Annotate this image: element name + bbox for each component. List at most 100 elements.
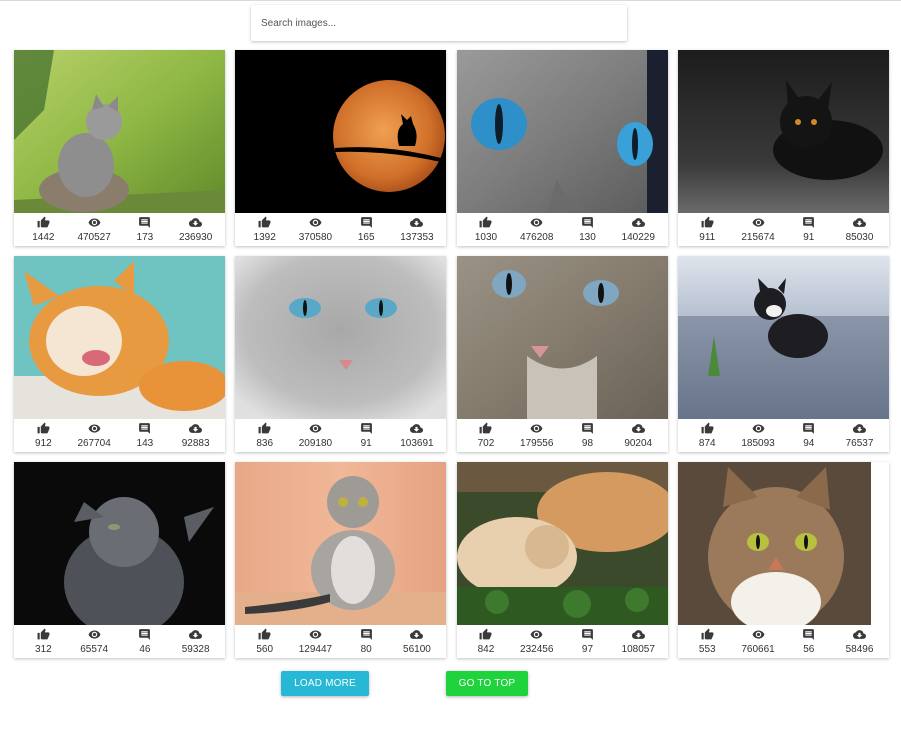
views-stat: 129447 [290, 628, 341, 658]
grey-cat-looking-up-photo[interactable] [14, 462, 225, 625]
image-card[interactable]: 1442 470527 173 236930 [14, 50, 225, 246]
image-stats: 312 65574 46 59328 [14, 625, 225, 658]
likes-count: 912 [35, 438, 52, 449]
views-stat: 267704 [69, 422, 120, 452]
eye-icon [309, 630, 322, 639]
comments-count: 56 [803, 644, 815, 655]
image-stats: 553 760661 56 58496 [678, 625, 889, 658]
cloud-download-icon [631, 424, 645, 433]
views-count: 470527 [77, 232, 111, 243]
comment-icon [139, 629, 151, 640]
downloads-stat: 85030 [834, 216, 885, 246]
black-cat-photo[interactable] [677, 50, 889, 213]
comments-stat: 91 [783, 216, 834, 246]
downloads-count: 92883 [181, 438, 210, 449]
eye-icon [752, 630, 764, 639]
grey-fluffy-cat-photo[interactable] [235, 256, 447, 419]
thumb-up-icon [480, 422, 492, 434]
image-card[interactable]: 1030 476208 130 140229 [456, 50, 668, 246]
likes-count: 911 [699, 232, 716, 243]
tabby-cat-face-photo[interactable] [456, 256, 668, 419]
likes-stat: 560 [239, 628, 290, 658]
image-card[interactable]: 702 179556 98 90204 [456, 256, 668, 452]
likes-count: 312 [35, 644, 52, 655]
image-card[interactable]: 911 215674 91 85030 [677, 50, 889, 246]
eye-icon [530, 630, 543, 639]
orange-cat-licking-photo[interactable] [14, 256, 225, 419]
kitten-on-stump-photo[interactable] [14, 50, 225, 213]
image-card[interactable]: 1392 370580 165 137353 [235, 50, 447, 246]
downloads-count: 59328 [181, 644, 210, 655]
likes-stat: 911 [682, 216, 733, 246]
thumb-up-icon [37, 628, 50, 640]
comments-stat: 173 [120, 216, 171, 246]
likes-stat: 1392 [239, 216, 290, 246]
eye-icon [530, 218, 543, 227]
downloads-count: 56100 [403, 644, 431, 655]
kitten-on-cobblestones-photo[interactable] [677, 256, 889, 419]
comments-stat: 130 [562, 216, 613, 246]
cat-silhouette-moon-photo[interactable] [235, 50, 447, 213]
downloads-stat: 140229 [613, 216, 664, 246]
image-card[interactable]: 912 267704 143 92883 [14, 256, 225, 452]
comments-stat: 165 [341, 216, 392, 246]
eye-icon [88, 630, 101, 639]
image-card[interactable]: 836 209180 91 103691 [235, 256, 447, 452]
downloads-stat: 103691 [392, 422, 443, 452]
comment-icon [803, 423, 815, 434]
downloads-stat: 76537 [834, 422, 885, 452]
image-stats: 911 215674 91 85030 [678, 213, 889, 246]
comments-count: 80 [360, 644, 372, 655]
comments-count: 98 [581, 438, 594, 449]
cat-and-dog-cuddling-photo[interactable] [456, 462, 668, 625]
downloads-count: 140229 [621, 232, 655, 243]
image-stats: 874 185093 94 76537 [678, 419, 889, 452]
cloud-download-icon [410, 218, 424, 227]
likes-stat: 312 [18, 628, 69, 658]
eye-icon [530, 424, 543, 433]
comment-icon [803, 217, 815, 228]
image-stats: 1392 370580 165 137353 [235, 213, 446, 246]
comments-stat: 80 [341, 628, 392, 658]
cloud-download-icon [410, 630, 424, 639]
downloads-count: 108057 [621, 644, 655, 655]
image-card[interactable]: 560 129447 80 56100 [235, 462, 447, 658]
comments-count: 130 [579, 232, 596, 243]
thumb-up-icon [37, 422, 50, 434]
search-box[interactable] [251, 5, 627, 41]
thumb-up-icon [37, 216, 50, 228]
image-stats: 912 267704 143 92883 [14, 419, 225, 452]
likes-count: 1442 [32, 232, 55, 243]
likes-count: 874 [698, 438, 716, 449]
likes-stat: 836 [239, 422, 290, 452]
tabby-cat-portrait-photo[interactable] [677, 462, 889, 625]
scottish-fold-sitting-photo[interactable] [235, 462, 447, 625]
image-card[interactable]: 842 232456 97 108057 [456, 462, 668, 658]
views-stat: 370580 [290, 216, 341, 246]
blue-eyed-cat-closeup-photo[interactable] [456, 50, 668, 213]
downloads-count: 85030 [845, 232, 874, 243]
image-card[interactable]: 553 760661 56 58496 [677, 462, 889, 658]
comments-stat: 46 [120, 628, 171, 658]
image-card[interactable]: 312 65574 46 59328 [14, 462, 225, 658]
load-more-button[interactable]: LOAD MORE [281, 671, 369, 696]
image-stats: 1442 470527 173 236930 [14, 213, 225, 246]
likes-stat: 553 [682, 628, 733, 658]
comment-icon [582, 217, 593, 228]
cloud-download-icon [189, 630, 203, 639]
views-count: 185093 [741, 438, 775, 449]
thumb-up-icon [701, 422, 714, 434]
comments-count: 91 [360, 438, 372, 449]
eye-icon [752, 218, 764, 227]
comments-stat: 98 [562, 422, 613, 452]
search-input[interactable] [251, 5, 627, 41]
views-stat: 476208 [511, 216, 562, 246]
thumb-up-icon [701, 216, 714, 228]
image-card[interactable]: 874 185093 94 76537 [677, 256, 889, 452]
comments-count: 94 [803, 438, 815, 449]
cloud-download-icon [631, 218, 645, 227]
downloads-stat: 56100 [392, 628, 443, 658]
likes-count: 842 [477, 644, 495, 655]
comments-count: 46 [139, 644, 151, 655]
go-to-top-button[interactable]: GO TO TOP [446, 671, 528, 696]
